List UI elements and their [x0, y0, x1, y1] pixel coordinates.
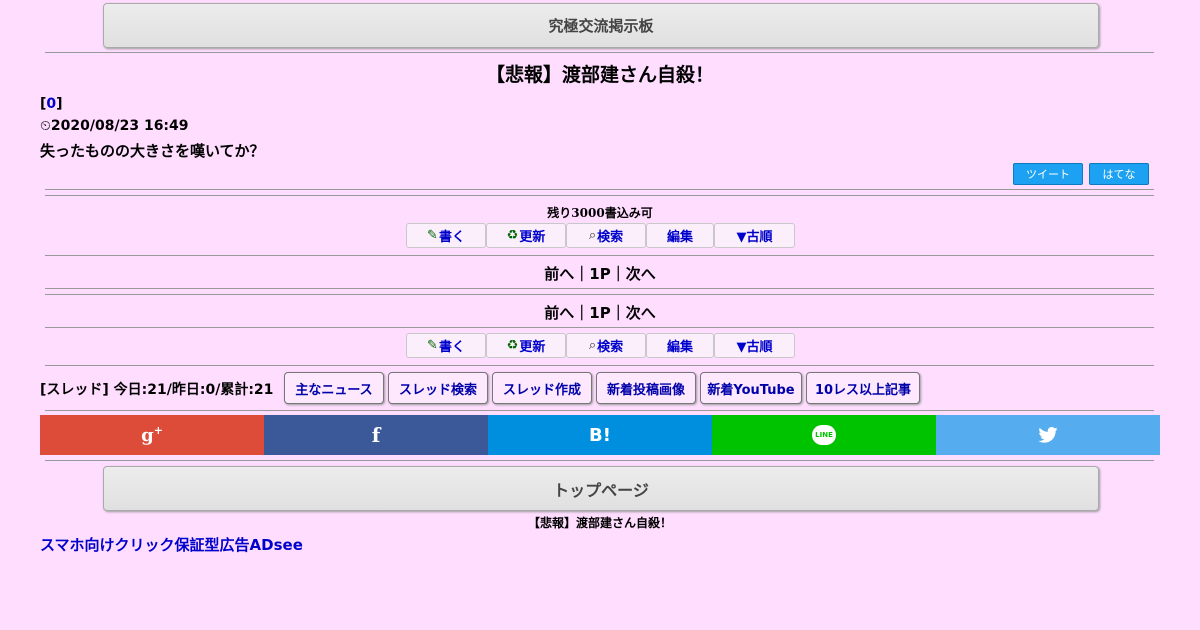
divider — [45, 460, 1154, 461]
divider — [45, 365, 1154, 366]
nav-new-youtube[interactable]: 新着YouTube — [700, 372, 802, 404]
pager-prev[interactable]: 前へ — [544, 304, 574, 322]
google-plus-icon: g+ — [141, 424, 163, 446]
pager-page: 1P — [589, 265, 611, 283]
divider — [45, 327, 1154, 328]
nav-10res-articles[interactable]: 10レス以上記事 — [806, 372, 920, 404]
refresh-button[interactable]: ♻ 更新 — [486, 223, 566, 248]
pencil-icon: ✎ — [427, 228, 438, 243]
edit-button[interactable]: 編集 — [646, 223, 714, 248]
pager-next[interactable]: 次へ — [626, 265, 656, 283]
pager-bottom: 前へ｜1P｜次へ — [544, 304, 656, 322]
post-body: 失ったものの大きさを嘆いてか？ — [40, 142, 265, 160]
search-icon: ⌕ — [588, 228, 597, 243]
top-page-label: トップページ — [553, 480, 649, 500]
facebook-button[interactable]: f — [264, 415, 488, 455]
post-number-link[interactable]: 0 — [46, 96, 56, 112]
twitter-button[interactable] — [936, 415, 1160, 455]
board-title-button[interactable]: 究極交流掲示板 — [103, 3, 1099, 48]
post-timestamp-line: ⏲2020/08/23 16:49 — [40, 118, 189, 134]
thread-stats: [スレッド] 今日:21/昨日:0/累計:21 — [40, 382, 274, 398]
divider — [45, 294, 1154, 295]
refresh-label: 更新 — [519, 340, 546, 355]
oldest-order-button[interactable]: ▼古順 — [714, 333, 795, 358]
nav-main-news[interactable]: 主なニュース — [284, 372, 384, 404]
remaining-posts: 残り3000書込み可 — [547, 206, 653, 220]
pager-top: 前へ｜1P｜次へ — [544, 265, 656, 283]
board-title: 究極交流掲示板 — [548, 17, 654, 35]
nav-thread-search[interactable]: スレッド検索 — [388, 372, 488, 404]
hatebu-button[interactable]: B! — [488, 415, 712, 455]
search-label: 検索 — [597, 230, 624, 245]
divider — [45, 52, 1154, 53]
refresh-button[interactable]: ♻ 更新 — [486, 333, 566, 358]
search-label: 検索 — [597, 340, 624, 355]
search-button[interactable]: ⌕ 検索 — [566, 333, 646, 358]
toolbar-top: ✎ 書く ♻ 更新 ⌕ 検索 編集 ▼古順 — [406, 223, 795, 248]
divider — [45, 410, 1154, 411]
nav-thread-create[interactable]: スレッド作成 — [492, 372, 592, 404]
facebook-icon: f — [371, 423, 381, 447]
divider — [45, 189, 1154, 190]
pager-page: 1P — [589, 304, 611, 322]
clock-icon: ⏲ — [40, 118, 51, 134]
toolbar-bottom: ✎ 書く ♻ 更新 ⌕ 検索 編集 ▼古順 — [406, 333, 795, 358]
post-number-line: [0] — [40, 96, 63, 112]
refresh-icon: ♻ — [506, 228, 519, 243]
write-label: 書く — [438, 340, 465, 355]
tweet-button[interactable]: ツイート — [1013, 163, 1083, 185]
divider — [45, 255, 1154, 256]
divider — [45, 195, 1154, 196]
divider — [45, 288, 1154, 289]
refresh-icon: ♻ — [506, 338, 519, 353]
thread-title: 【悲報】渡部建さん自殺！ — [485, 64, 714, 86]
top-page-button[interactable]: トップページ — [103, 466, 1099, 511]
google-plus-button[interactable]: g+ — [40, 415, 264, 455]
post-timestamp: 2020/08/23 16:49 — [50, 118, 189, 134]
pencil-icon: ✎ — [427, 338, 438, 353]
twitter-icon — [1038, 427, 1058, 443]
pager-next[interactable]: 次へ — [626, 304, 656, 322]
line-button[interactable]: LINE — [712, 415, 936, 455]
search-button[interactable]: ⌕ 検索 — [566, 223, 646, 248]
pager-prev[interactable]: 前へ — [544, 265, 574, 283]
search-icon: ⌕ — [588, 338, 597, 353]
write-button[interactable]: ✎ 書く — [406, 223, 486, 248]
sns-share-bar: g+ f B! LINE — [40, 415, 1160, 455]
refresh-label: 更新 — [519, 230, 546, 245]
line-icon-text: LINE — [815, 431, 833, 439]
hatena-button[interactable]: はてな — [1089, 163, 1149, 185]
footer-thread-title: 【悲報】渡部建さん自殺！ — [527, 516, 672, 530]
write-label: 書く — [438, 230, 465, 245]
edit-button[interactable]: 編集 — [646, 333, 714, 358]
ad-link[interactable]: スマホ向けクリック保証型広告ADsee — [40, 534, 303, 555]
oldest-order-button[interactable]: ▼古順 — [714, 223, 795, 248]
hatebu-icon: B! — [589, 424, 611, 446]
nav-new-images[interactable]: 新着投稿画像 — [596, 372, 696, 404]
line-icon: LINE — [812, 425, 836, 445]
write-button[interactable]: ✎ 書く — [406, 333, 486, 358]
